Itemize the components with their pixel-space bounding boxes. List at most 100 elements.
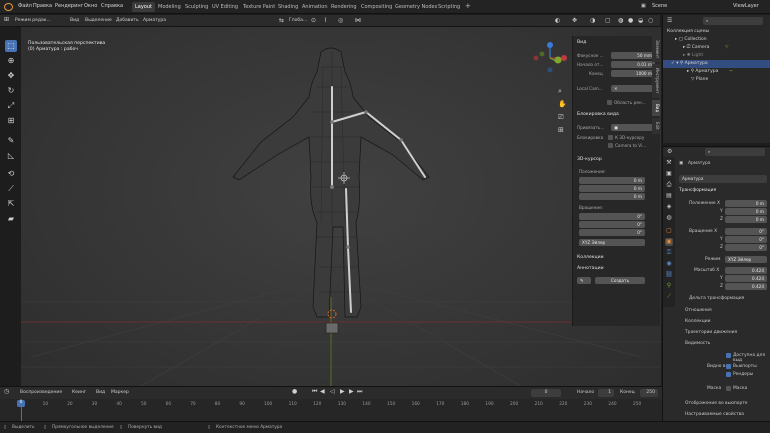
transform-section-header[interactable]: Трансформация [679,188,716,193]
cursor-location-y[interactable]: 0 m [579,185,645,192]
annotate-tool-icon[interactable]: ✎ [5,135,17,147]
tab-edit[interactable]: Edit [652,118,660,134]
scale-z-field[interactable]: 0.424 [725,283,767,290]
menu-add[interactable]: Добавить [116,18,139,23]
shading-rendered-icon[interactable]: ○ [648,17,653,24]
outliner-row[interactable]: ▸ ⚲ Арматура ⤳ [663,68,770,76]
cursor-location-z[interactable]: 0 m [579,193,645,200]
3d-cursor-section-header[interactable]: 3D-курсор [577,157,602,162]
scene-tab-icon[interactable]: ◈ [665,203,673,211]
orientation-dropdown[interactable]: Глоба... [289,18,307,23]
gizmo-icon[interactable]: ✥ [572,17,577,24]
lock-to-object-field[interactable]: ▣ [611,124,655,131]
holdout-checkbox[interactable] [726,386,731,391]
local-camera-field[interactable]: ✕ [611,85,655,92]
view-section-header[interactable]: Вид [577,40,586,45]
workspace-tab-sculpting[interactable]: Sculpting [182,2,211,12]
shading-solid-icon[interactable]: ● [628,17,633,24]
world-tab-icon[interactable]: ◍ [665,214,673,222]
physics-tab-icon[interactable]: ◉ [665,260,673,268]
scale-y-field[interactable]: 0.424 [725,275,767,282]
custom-properties-section[interactable]: Настраиваемые свойства [685,412,744,417]
menu-select[interactable]: Выделение [85,18,112,23]
focal-length-field[interactable]: 50 mm [611,52,655,59]
clip-start-field[interactable]: 0.01 m [611,61,655,68]
workspace-tab-geometry-nodes[interactable]: Geometry Nodes [392,2,440,12]
snap-icon[interactable]: ⌇ [324,17,327,24]
transform-tool-icon[interactable]: ⊞ [5,115,17,127]
rotate-tool-icon[interactable]: ↻ [5,85,17,97]
show-in-renders-checkbox[interactable] [726,372,731,377]
workspace-tab-texture-paint[interactable]: Texture Paint [240,2,278,12]
cursor-rotation-z[interactable]: 0° [579,229,645,236]
editor-type-icon[interactable]: ⊞ [4,16,9,23]
cursor-rotation-x[interactable]: 0° [579,213,645,220]
measure-tool-icon[interactable]: ◺ [5,150,17,162]
menu-edit[interactable]: Правка [33,3,52,9]
navigation-gizmo-axes[interactable] [531,39,576,84]
record-icon[interactable]: ● [292,388,297,395]
outliner-editor-icon[interactable]: ☰ [667,17,672,24]
next-keyframe-icon[interactable]: ▶ [349,388,354,395]
output-tab-icon[interactable]: ⎙ [665,181,673,189]
rotation-x-field[interactable]: 0° [725,228,767,235]
mode-dropdown[interactable]: Режим редак... [15,18,51,23]
add-workspace-icon[interactable]: + [462,0,474,10]
cursor-tool-icon[interactable]: ⊕ [5,55,17,67]
viewport-display-section[interactable]: Отображение во вьюпорте [685,401,748,406]
location-y-field[interactable]: 0 m [725,208,767,215]
annotation-pen-icon[interactable]: ✎ [577,277,591,284]
render-tab-icon[interactable]: ▣ [665,170,673,178]
menu-window[interactable]: Окно [84,3,97,9]
location-z-field[interactable]: 0 m [725,216,767,223]
jump-end-icon[interactable]: ⏭ [357,388,362,396]
outliner-row[interactable]: Коллекция сцены [663,28,770,36]
lock-3d-cursor-checkbox[interactable] [608,135,613,140]
outliner-row-selected[interactable]: ✓ ▾ ⚲ Арматура [663,60,770,68]
cursor-rotation-mode[interactable]: XYZ Эйлер [579,239,645,246]
move-tool-icon[interactable]: ✥ [5,70,17,82]
rotation-y-field[interactable]: 0° [725,236,767,243]
menu-file[interactable]: Файл [18,3,32,9]
menu-armature[interactable]: Арматура [143,18,166,23]
view-lock-section-header[interactable]: Блокировка вида [577,112,619,117]
select-box-tool-icon[interactable]: ⬚ [5,40,17,52]
3d-viewport[interactable]: Пользовательская перспектива (0) Арматур… [21,27,661,386]
scene-icon[interactable]: ▣ [641,3,646,9]
rotation-mode-dropdown[interactable]: XYZ Эйлер [725,256,767,263]
scale-tool-icon[interactable]: ⤢ [5,100,17,112]
play-reverse-icon[interactable]: ◁ [330,388,335,395]
bone-tab-icon[interactable]: ⟋ [665,293,673,301]
workspace-tab-compositing[interactable]: Compositing [358,2,395,12]
outliner-row[interactable]: ▸ ▢ Collection [663,36,770,44]
outliner-row[interactable]: ▽ Plane [663,76,770,84]
object-data-field[interactable]: Арматура [679,175,767,183]
play-icon[interactable]: ▶ [340,388,345,395]
end-frame-field[interactable]: 250 [640,389,658,397]
scale-x-field[interactable]: 0.424 [725,267,767,274]
tab-item[interactable]: Элемент [652,36,660,62]
view-layer-name[interactable]: ViewLayer [733,3,759,9]
tab-tool[interactable]: Инструмент [652,64,660,98]
roll-tool-icon[interactable]: ⟲ [5,168,17,180]
workspace-tab-shading[interactable]: Shading [275,2,301,12]
collections-section-header[interactable]: Коллекции [577,255,604,260]
cursor-location-x[interactable]: 0 m [579,177,645,184]
pan-view-icon[interactable]: ✋ [558,100,567,108]
menu-view[interactable]: Вид [70,18,79,23]
rotation-z-field[interactable]: 0° [725,244,767,251]
jump-start-icon[interactable]: ⏮ [312,388,317,396]
workspace-tab-scripting[interactable]: Scripting [435,2,463,12]
collection-tab-icon[interactable]: ▢ [665,227,673,235]
camera-view-icon[interactable]: ⎚ [558,113,564,122]
marker-menu[interactable]: Маркер [111,390,129,395]
workspace-tab-uv-editing[interactable]: UV Editing [209,2,241,12]
blender-logo-icon[interactable] [4,3,13,11]
keying-menu[interactable]: Кеинг [72,390,86,395]
proportional-edit-icon[interactable]: ◎ [338,17,343,24]
collections-section[interactable]: Коллекции [685,319,710,324]
visibility-icon[interactable]: ◐ [555,17,560,24]
workspace-tab-rendering[interactable]: Rendering [328,2,360,12]
overlay-icon[interactable]: ◑ [590,17,595,24]
workspace-tab-animation[interactable]: Animation [299,2,331,12]
